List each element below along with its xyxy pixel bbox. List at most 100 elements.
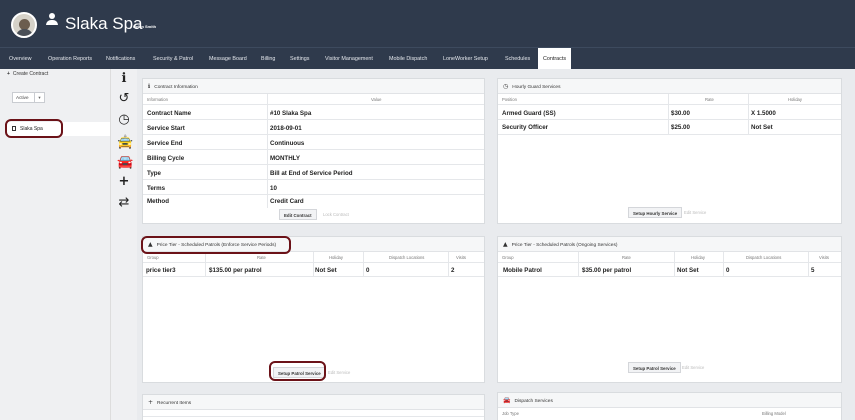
scheduled-row-visits: 2 [451, 267, 455, 274]
row-label: Contract Name [147, 110, 192, 117]
panel-title: Recurrent Items [157, 401, 192, 406]
panel-title: Contract Information [154, 85, 198, 90]
panel-title: Dispatch Services [514, 399, 553, 404]
dispatch-services-header: 🚘 Dispatch Services [498, 393, 841, 408]
scheduled-patrols-ongoing-panel: ▲ Price Tier - Scheduled Patrols (Ongoing… [497, 236, 842, 383]
edit-patrol-service-button[interactable]: Edit Service [328, 370, 350, 375]
edit-hourly-service-button[interactable]: Edit Service [684, 210, 706, 215]
create-contract-button[interactable]: + Create Contract [7, 71, 48, 77]
hourly-row-position: Security Officer [502, 124, 549, 131]
row-label: Service Start [147, 125, 185, 132]
user-icon [46, 13, 58, 27]
tab-notifications[interactable]: Notifications [106, 48, 135, 70]
tab-message-board[interactable]: Message Board [209, 48, 247, 70]
col-value: Value [371, 97, 382, 102]
highlight-site-item [5, 119, 63, 138]
hourly-row-position: Armed Guard (SS) [502, 110, 556, 117]
tab-settings[interactable]: Settings [290, 48, 309, 70]
site-title: Slaka Spa [65, 14, 143, 33]
hourly-guard-services-panel: ◷ Hourly Guard Services Position Rate Hol… [497, 78, 842, 224]
col-job-type: Job Type [502, 411, 519, 416]
tab-contracts[interactable]: Contracts [538, 48, 572, 71]
hourly-row-rate: $30.00 [671, 110, 690, 117]
plus-icon[interactable]: + [117, 175, 131, 189]
car-icon-2[interactable]: 🚘 [117, 156, 133, 170]
scheduled-row-holiday: Not Set [315, 267, 337, 274]
ongoing-row-group: Mobile Patrol [503, 267, 542, 274]
tab-loneworker-setup[interactable]: LoneWorker Setup [443, 48, 488, 70]
ongoing-row-dispatch: 0 [726, 267, 730, 274]
clock-icon[interactable]: ◷ [117, 113, 131, 127]
col-information: Information [147, 97, 168, 102]
highlight-scheduled-patrols-title [141, 236, 291, 254]
ongoing-patrols-header: ▲ Price Tier - Scheduled Patrols (Ongoing… [498, 237, 841, 252]
ongoing-row-holiday: Not Set [677, 267, 699, 274]
tab-operation-reports[interactable]: Operation Reports [48, 48, 92, 70]
status-filter-value: Active [16, 95, 29, 100]
col-position: Position [502, 97, 517, 102]
create-contract-label: Create Contract [12, 71, 49, 77]
tab-schedules[interactable]: Schedules [505, 48, 530, 70]
row-value: Credit Card [270, 198, 304, 205]
user-name: Helen Smith [133, 24, 157, 29]
tab-visitor-management[interactable]: Visitor Management [325, 48, 373, 70]
info-icon: ℹ [148, 83, 151, 90]
hourly-guard-header: ◷ Hourly Guard Services [498, 79, 841, 94]
panel-title: Price Tier - Scheduled Patrols (Ongoing … [511, 243, 618, 248]
col-rate: Rate [705, 97, 714, 102]
col-billing-model: Billing Model [762, 411, 786, 416]
col-rate: Rate [622, 255, 631, 260]
car-icon[interactable]: 🚖 [117, 136, 133, 150]
scheduled-row-group: price tier3 [146, 267, 176, 274]
recurrent-items-header: + Recurrent Items [143, 395, 484, 410]
lock-contract-button[interactable]: Lock Contract [323, 212, 349, 217]
row-value: Bill at End of Service Period [270, 170, 353, 177]
dispatch-services-panel: 🚘 Dispatch Services Job Type Billing Mode… [497, 392, 842, 420]
row-label: Billing Cycle [147, 155, 185, 162]
panel-title: Hourly Guard Services [512, 85, 561, 90]
edit-ongoing-service-button[interactable]: Edit Service [682, 365, 704, 370]
info-icon[interactable]: ℹ [117, 72, 131, 86]
col-holiday: Holiday [691, 255, 705, 260]
clock-icon: ◷ [503, 83, 509, 90]
col-dispatch-locations: Dispatch Locations [389, 255, 425, 260]
tab-overview[interactable]: Overview [9, 48, 31, 70]
setup-ongoing-patrol-button[interactable]: Setup Patrol Service [628, 362, 681, 373]
setup-hourly-service-button[interactable]: Setup Hourly Service [628, 207, 683, 218]
row-label: Service End [147, 140, 183, 147]
highlight-setup-patrol-button [269, 361, 326, 381]
status-filter-select[interactable]: Active ▾ [12, 92, 45, 103]
col-visits: Visits [819, 255, 829, 260]
row-value: #10 Slaka Spa [270, 110, 312, 117]
row-value: 10 [270, 185, 277, 192]
col-dispatch-locations: Dispatch Locations [746, 255, 782, 260]
col-visits: Visits [456, 255, 466, 260]
tab-mobile-dispatch[interactable]: Mobile Dispatch [389, 48, 427, 70]
col-holiday: Holiday [329, 255, 343, 260]
contract-information-panel: ℹ Contract Information Information Value … [142, 78, 485, 224]
contract-information-header: ℹ Contract Information [143, 79, 484, 94]
exchange-icon[interactable]: ⇄ [117, 196, 131, 210]
plus-icon: + [7, 71, 10, 77]
ongoing-row-rate: $35.00 per patrol [582, 267, 632, 274]
tab-security-patrol[interactable]: Security & Patrol [153, 48, 193, 70]
row-value: Continuous [270, 140, 305, 147]
scheduled-row-dispatch: 0 [366, 267, 370, 274]
ongoing-row-visits: 5 [811, 267, 815, 274]
hourly-row-holiday: X 1.5000 [751, 110, 776, 117]
car-icon: 🚘 [503, 397, 511, 404]
hourly-row-holiday: Not Set [751, 124, 773, 131]
app-header: Slaka Spa Helen Smith [0, 0, 855, 47]
row-label: Method [147, 198, 169, 205]
col-group: Group [147, 255, 159, 260]
col-holiday: Holiday [788, 97, 802, 102]
tab-billing[interactable]: Billing [261, 48, 275, 70]
main-nav: Overview Operation Reports Notifications… [0, 47, 855, 71]
site-avatar[interactable] [11, 12, 37, 38]
recurrent-items-panel: + Recurrent Items [142, 394, 485, 420]
edit-contract-button[interactable]: Edit Contract [279, 209, 317, 220]
history-icon[interactable]: ↺ [117, 92, 131, 106]
plus-icon: + [148, 399, 154, 406]
row-value: 2018-09-01 [270, 125, 302, 132]
chevron-down-icon: ▾ [34, 93, 44, 102]
